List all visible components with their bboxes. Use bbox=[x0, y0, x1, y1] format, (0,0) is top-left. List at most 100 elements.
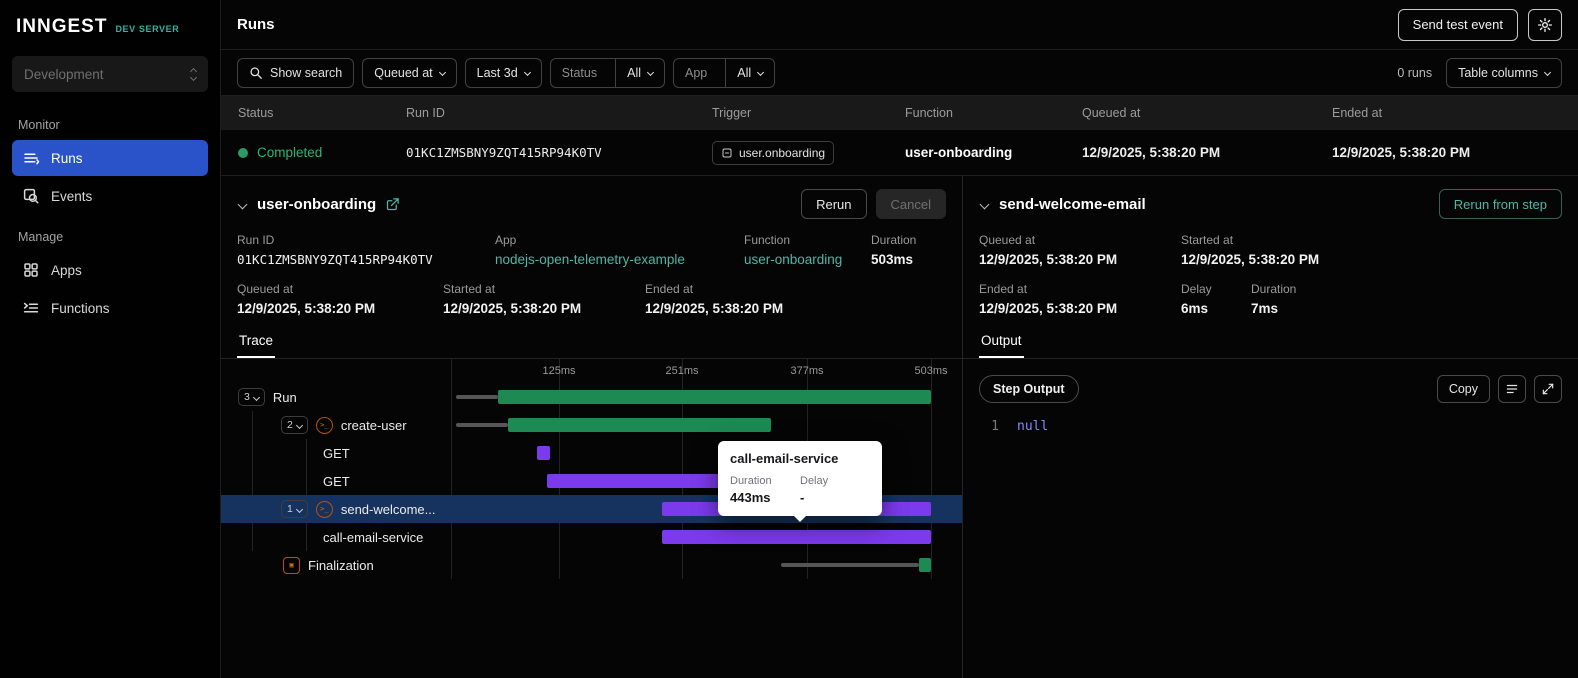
app-link[interactable]: nodejs-open-telemetry-example bbox=[495, 252, 744, 267]
span-bar[interactable] bbox=[498, 390, 931, 404]
external-link-icon[interactable] bbox=[385, 197, 400, 212]
tab-output[interactable]: Output bbox=[979, 326, 1024, 358]
collapse-badge[interactable]: 1 bbox=[281, 500, 308, 518]
trigger-badge: user.onboarding bbox=[712, 140, 835, 165]
collapse-badge[interactable]: 2 bbox=[281, 416, 308, 434]
table-header: Status Run ID Trigger Function Queued at… bbox=[221, 96, 1578, 130]
rerun-button[interactable]: Rerun bbox=[801, 189, 867, 219]
column-header-run-id: Run ID bbox=[406, 106, 445, 120]
queued-at-field: Queued at 12/9/2025, 5:38:20 PM bbox=[237, 282, 376, 316]
run-panel: user-onboarding Rerun Cancel Run ID 01KC… bbox=[221, 176, 963, 678]
sidebar-item-label: Functions bbox=[51, 300, 110, 316]
tab-trace[interactable]: Trace bbox=[237, 326, 276, 358]
collapse-step-panel-button[interactable] bbox=[979, 199, 990, 210]
run-id-cell: 01KC1ZMSBNY9ZQT415RP94K0TV bbox=[406, 145, 602, 160]
page-title: Runs bbox=[237, 16, 275, 33]
app-filter[interactable]: App All bbox=[673, 57, 776, 88]
step-delay-field: Delay 6ms bbox=[1181, 282, 1212, 316]
trace-time-axis: 125ms 251ms 377ms 503ms bbox=[542, 365, 948, 377]
column-header-function: Function bbox=[905, 106, 953, 120]
show-search-button[interactable]: Show search bbox=[237, 57, 355, 88]
step-output-pill[interactable]: Step Output bbox=[979, 375, 1079, 403]
queue-bar[interactable] bbox=[456, 395, 498, 399]
expand-button[interactable] bbox=[1534, 375, 1562, 403]
status-filter-label: Status bbox=[561, 65, 598, 80]
gear-icon bbox=[1538, 17, 1552, 32]
span-bar[interactable] bbox=[547, 474, 724, 488]
app-filter-value: All bbox=[737, 65, 752, 80]
time-range-dropdown[interactable]: Last 3d bbox=[464, 57, 542, 88]
ended-at-field: Ended at 12/9/2025, 5:38:20 PM bbox=[645, 282, 784, 316]
queued-at-dropdown[interactable]: Queued at bbox=[362, 57, 457, 88]
status-dot-icon bbox=[238, 147, 248, 158]
function-link[interactable]: user-onboarding bbox=[744, 252, 871, 267]
column-header-trigger: Trigger bbox=[712, 106, 752, 120]
run-panel-title: user-onboarding bbox=[257, 195, 377, 213]
status-cell: Completed bbox=[238, 145, 406, 160]
wrap-lines-icon bbox=[1506, 384, 1518, 394]
status-filter-value: All bbox=[627, 65, 642, 80]
table-columns-dropdown[interactable]: Table columns bbox=[1446, 57, 1562, 88]
app-field: App nodejs-open-telemetry-example bbox=[495, 233, 744, 267]
span-bar[interactable] bbox=[537, 446, 550, 460]
step-duration-field: Duration 7ms bbox=[1251, 282, 1297, 316]
sidebar-item-runs[interactable]: Runs bbox=[12, 140, 208, 176]
settings-button[interactable] bbox=[1528, 8, 1562, 41]
queue-bar[interactable] bbox=[781, 563, 919, 567]
output-area: Step Output Copy 1 null bbox=[963, 359, 1578, 678]
line-number: 1 bbox=[991, 419, 999, 434]
column-header-queued-at: Queued at bbox=[1082, 106, 1141, 120]
span-bar[interactable] bbox=[919, 558, 931, 572]
chevron-down-icon bbox=[523, 68, 531, 77]
started-at-field: Started at 12/9/2025, 5:38:20 PM bbox=[443, 282, 582, 316]
environment-selector-value: Development bbox=[24, 66, 104, 82]
cancel-button[interactable]: Cancel bbox=[875, 189, 946, 219]
trace-row-run[interactable]: 3 Run bbox=[221, 383, 962, 411]
runs-count: 0 runs bbox=[1397, 65, 1433, 80]
dev-server-badge: DEV SERVER bbox=[115, 24, 180, 34]
sidebar: INNGEST DEV SERVER Development Monitor R… bbox=[0, 0, 221, 678]
updown-chevron-icon bbox=[189, 67, 198, 81]
ended-at-cell: 12/9/2025, 5:38:20 PM bbox=[1332, 145, 1471, 160]
sidebar-item-label: Runs bbox=[51, 150, 83, 166]
sidebar-item-events[interactable]: Events bbox=[12, 178, 208, 214]
send-test-event-button[interactable]: Send test event bbox=[1397, 8, 1518, 41]
copy-button[interactable]: Copy bbox=[1436, 375, 1490, 403]
topbar: Runs Send test event bbox=[221, 0, 1578, 50]
column-header-status: Status bbox=[238, 106, 274, 120]
tooltip-title: call-email-service bbox=[730, 451, 839, 466]
trace-waterfall: 125ms 251ms 377ms 503ms 3 Run 2 >_ creat… bbox=[221, 359, 962, 678]
logo-row: INNGEST DEV SERVER bbox=[12, 16, 208, 38]
queue-bar[interactable] bbox=[456, 423, 508, 427]
wrap-lines-button[interactable] bbox=[1498, 375, 1526, 403]
function-field: Function user-onboarding bbox=[744, 233, 871, 267]
sidebar-item-functions[interactable]: Functions bbox=[12, 290, 208, 326]
status-filter[interactable]: Status All bbox=[549, 57, 666, 88]
collapse-run-panel-button[interactable] bbox=[237, 199, 248, 210]
manage-section-label: Manage bbox=[18, 230, 64, 244]
runs-icon bbox=[24, 153, 40, 165]
status-text: Completed bbox=[257, 145, 323, 160]
trigger-name: user.onboarding bbox=[739, 145, 826, 160]
environment-selector[interactable]: Development bbox=[12, 56, 208, 92]
trace-row-create-user[interactable]: 2 >_ create-user bbox=[221, 411, 962, 439]
trace-row-call-email-service[interactable]: call-email-service bbox=[221, 523, 962, 551]
trace-row-finalization[interactable]: ▣ Finalization bbox=[221, 551, 962, 579]
span-tooltip: call-email-service Duration Delay 443ms … bbox=[718, 441, 882, 522]
events-icon bbox=[23, 188, 39, 204]
app-filter-label: App bbox=[685, 65, 708, 80]
search-icon bbox=[250, 66, 262, 79]
function-cell: user-onboarding bbox=[905, 145, 1013, 160]
collapse-badge[interactable]: 3 bbox=[238, 388, 265, 406]
rerun-from-step-button[interactable]: Rerun from step bbox=[1438, 189, 1562, 219]
span-bar[interactable] bbox=[508, 418, 771, 432]
run-table-row[interactable]: Completed 01KC1ZMSBNY9ZQT415RP94K0TV use… bbox=[221, 130, 1578, 176]
sidebar-item-label: Apps bbox=[51, 262, 82, 278]
chevron-down-icon bbox=[646, 68, 655, 77]
step-run-icon: >_ bbox=[315, 416, 333, 434]
step-panel-title: send-welcome-email bbox=[999, 195, 1146, 213]
filter-bar: Show search Queued at Last 3d Status All… bbox=[221, 50, 1578, 96]
span-bar[interactable] bbox=[662, 530, 931, 544]
sidebar-item-apps[interactable]: Apps bbox=[12, 252, 208, 288]
queued-at-cell: 12/9/2025, 5:38:20 PM bbox=[1082, 145, 1221, 160]
